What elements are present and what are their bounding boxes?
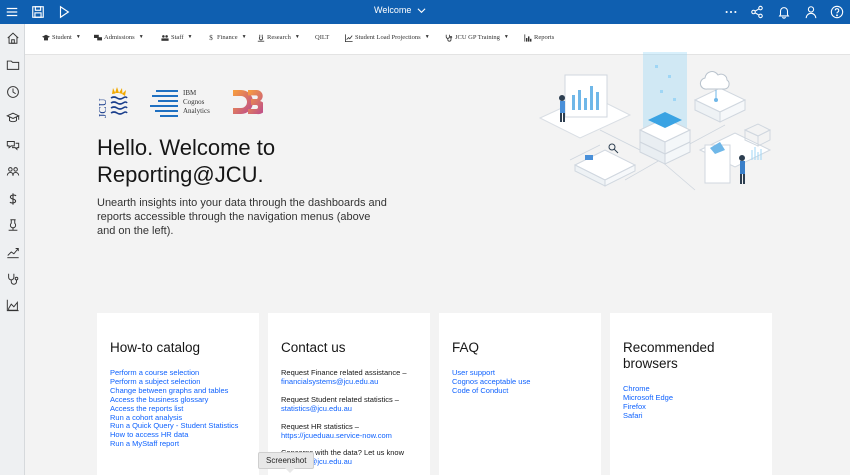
menu-research[interactable]: Research ▼ <box>257 34 300 42</box>
caret-down-icon: ▼ <box>187 35 193 40</box>
hamburger-icon[interactable] <box>4 4 20 20</box>
menu-reports[interactable]: Reports <box>524 33 555 42</box>
chevron-down-icon <box>417 7 426 13</box>
trend-icon <box>345 33 353 42</box>
home-icon[interactable] <box>4 29 21 46</box>
menu-qilt[interactable]: QILT <box>315 34 329 41</box>
help-icon[interactable] <box>829 4 845 20</box>
share-icon[interactable] <box>749 4 765 20</box>
ibm-cognos-text: IBM Cognos Analytics <box>183 89 210 116</box>
menu-student-load-projections-label: Student Load Projections <box>355 34 421 41</box>
top-bar: Welcome <box>0 0 850 24</box>
admissions-icon <box>94 34 102 41</box>
caret-down-icon: ▼ <box>424 35 430 40</box>
faq-links: User support Cognos acceptable use Code … <box>452 368 592 396</box>
research-icon[interactable] <box>4 216 21 233</box>
menu-reports-label: Reports <box>534 34 555 41</box>
faq-card-title: FAQ <box>452 340 480 355</box>
d3-logo <box>233 88 266 116</box>
menu-finance-label: Finance <box>217 34 238 41</box>
faq-card: FAQ User support Cognos acceptable use C… <box>439 313 601 475</box>
area-chart-icon[interactable] <box>4 296 21 313</box>
browser-links: Chrome Microsoft Edge Firefox Safari <box>623 384 763 421</box>
notifications-icon[interactable] <box>776 4 792 20</box>
howto-card-title: How-to catalog <box>110 340 201 355</box>
howto-link-mystaff-report[interactable]: Run a MyStaff report <box>110 439 250 449</box>
finance-email-link[interactable]: financialsystems@jcu.edu.au <box>281 377 421 387</box>
trend-icon[interactable] <box>4 243 21 260</box>
cognos-line-2: Cognos <box>183 98 205 106</box>
caret-down-icon: ▼ <box>241 35 247 40</box>
staff-icon <box>161 34 169 41</box>
cognos-line-3: Analytics <box>183 107 210 115</box>
bar-chart-icon <box>524 33 532 42</box>
menu-finance[interactable]: $ Finance ▼ <box>207 33 247 42</box>
caret-down-icon: ▼ <box>138 35 144 40</box>
contact-card-title: Contact us <box>281 340 346 355</box>
left-navigation-rail <box>0 24 25 475</box>
menu-admissions[interactable]: Admissions ▼ <box>94 34 144 41</box>
cognos-line-1: IBM <box>183 89 197 97</box>
menu-student-load-projections[interactable]: Student Load Projections ▼ <box>345 33 430 42</box>
student-icon <box>42 34 50 41</box>
student-icon[interactable] <box>4 109 21 126</box>
finance-icon[interactable] <box>4 190 21 207</box>
caret-down-icon: ▼ <box>75 35 81 40</box>
contact-us-card: Contact us Request Finance related assis… <box>268 313 430 475</box>
menu-qilt-label: QILT <box>315 34 330 41</box>
howto-links: Perform a course selection Perform a sub… <box>110 368 250 449</box>
student-email-link[interactable]: statistics@jcu.edu.au <box>281 404 421 414</box>
menu-student-label: Student <box>52 34 72 41</box>
report-title: Welcome <box>374 5 412 15</box>
recommended-browsers-card: Recommended browsers Chrome Microsoft Ed… <box>610 313 772 475</box>
stethoscope-icon <box>445 34 453 42</box>
welcome-intro-text: Unearth insights into your data through … <box>97 197 387 237</box>
hr-servicenow-link[interactable]: https://jcueduau.service-now.com <box>281 431 421 441</box>
menu-student[interactable]: Student ▼ <box>42 34 81 41</box>
menu-staff[interactable]: Staff ▼ <box>161 34 192 41</box>
research-icon <box>257 34 265 42</box>
report-title-dropdown[interactable]: Welcome <box>374 5 426 15</box>
caret-down-icon: ▼ <box>503 35 509 40</box>
dollar-icon: $ <box>209 33 213 42</box>
browser-link-firefox[interactable]: Firefox <box>623 402 763 412</box>
screenshot-tooltip: Screenshot <box>258 452 315 473</box>
user-icon[interactable] <box>803 4 819 20</box>
faq-link-code-of-conduct[interactable]: Code of Conduct <box>452 386 592 396</box>
jcu-logo: JCU <box>97 85 133 121</box>
play-icon[interactable] <box>56 4 72 20</box>
data-platform-illustration <box>530 50 790 225</box>
browser-link-safari[interactable]: Safari <box>623 411 763 421</box>
admissions-icon[interactable] <box>4 136 21 153</box>
caret-down-icon: ▼ <box>294 35 300 40</box>
menu-jcu-gp-training[interactable]: JCU GP Training ▼ <box>445 34 509 42</box>
save-icon[interactable] <box>30 4 46 20</box>
folder-icon[interactable] <box>4 56 21 73</box>
menu-research-label: Research <box>267 34 291 41</box>
recent-icon[interactable] <box>4 83 21 100</box>
staff-icon[interactable] <box>4 163 21 180</box>
jcu-logo-letters: JCU <box>97 98 109 118</box>
menu-jcu-gp-training-label: JCU GP Training <box>455 34 500 41</box>
howto-catalog-card: How-to catalog Perform a course selectio… <box>97 313 259 475</box>
menu-staff-label: Staff <box>171 34 184 41</box>
welcome-heading: Hello. Welcome to Reporting@JCU. <box>97 135 276 187</box>
menu-admissions-label: Admissions <box>104 34 135 41</box>
stethoscope-icon[interactable] <box>4 270 21 287</box>
more-icon[interactable] <box>723 4 739 20</box>
browsers-card-title: Recommended browsers <box>623 340 715 371</box>
